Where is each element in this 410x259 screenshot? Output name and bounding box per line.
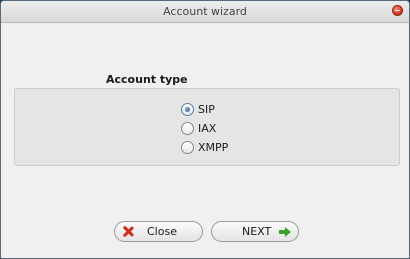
radio-label-sip: SIP: [198, 102, 215, 116]
account-wizard-window: Account wizard Account type SIP IAX XMPP…: [0, 0, 410, 259]
radio-button-sip[interactable]: [181, 102, 194, 116]
radio-button-xmpp[interactable]: [181, 140, 194, 154]
radio-label-iax: IAX: [198, 121, 217, 135]
next-button[interactable]: NEXT: [211, 221, 299, 242]
title-bar[interactable]: Account wizard: [1, 1, 409, 23]
radio-label-xmpp: XMPP: [198, 140, 229, 154]
radio-option-iax[interactable]: IAX: [181, 120, 216, 136]
account-type-group: SIP IAX XMPP: [14, 88, 400, 166]
close-window-icon[interactable]: [392, 5, 403, 16]
radio-option-xmpp[interactable]: XMPP: [181, 139, 228, 155]
close-x-icon: [123, 226, 134, 237]
radio-option-sip[interactable]: SIP: [181, 101, 215, 117]
account-type-label: Account type: [106, 73, 188, 86]
next-button-label: NEXT: [242, 225, 272, 238]
window-title: Account wizard: [163, 5, 247, 18]
radio-button-iax[interactable]: [181, 121, 194, 135]
close-button-label: Close: [147, 225, 177, 238]
close-button[interactable]: Close: [114, 221, 203, 242]
arrow-right-icon: [279, 226, 292, 237]
